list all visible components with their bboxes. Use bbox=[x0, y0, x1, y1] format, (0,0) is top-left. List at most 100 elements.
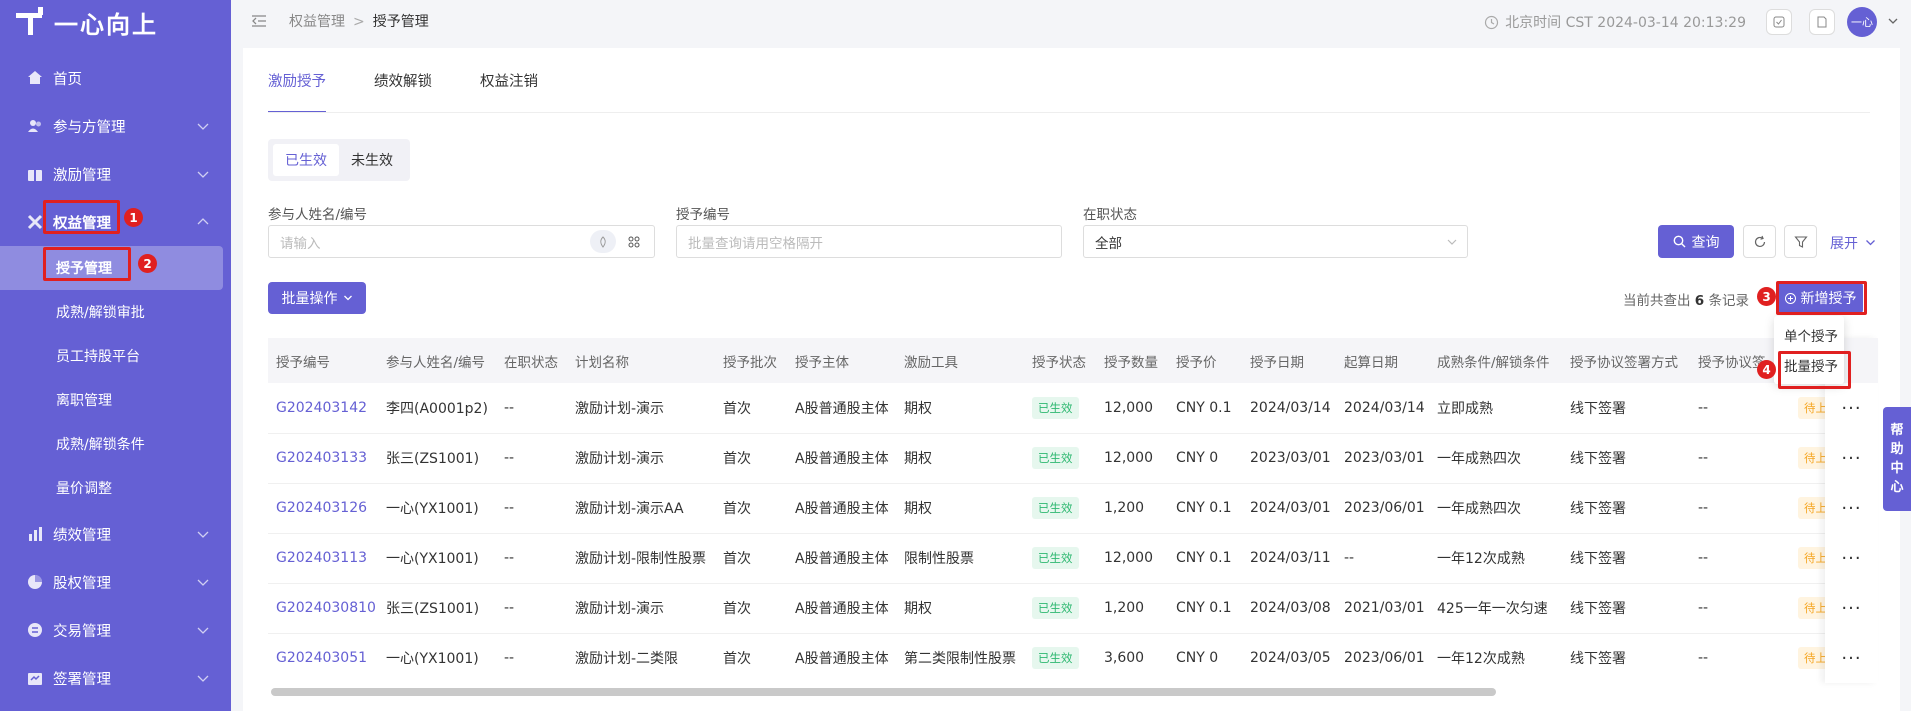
grant-no-link[interactable]: G202403126 bbox=[268, 483, 378, 534]
table-row[interactable]: G202403113 一心(YX1001) -- 激励计划-限制性股票 首次 A股普通股主… bbox=[268, 533, 1850, 584]
more-actions-button[interactable]: ··· bbox=[1825, 533, 1878, 583]
segment-effective[interactable]: 已生效 bbox=[273, 144, 339, 176]
status-badge: 已生效 bbox=[1032, 547, 1079, 569]
grant-no-link[interactable]: G2024030810 bbox=[268, 583, 378, 634]
menu-item-single-grant[interactable]: 单个授予 bbox=[1774, 320, 1844, 350]
more-actions-button[interactable]: ··· bbox=[1825, 583, 1878, 633]
table-cell: 激励计划-演示AA bbox=[567, 483, 715, 534]
column-header: 授予编号 bbox=[268, 338, 378, 383]
expand-link[interactable]: 展开 bbox=[1830, 233, 1876, 253]
column-header: 授予数量 bbox=[1096, 338, 1168, 383]
grant-no-link[interactable]: G202403133 bbox=[268, 433, 378, 484]
table-cell: 激励计划-演示 bbox=[567, 383, 715, 434]
batch-operation-button[interactable]: 批量操作 bbox=[268, 282, 366, 314]
table-cell: -- bbox=[1690, 383, 1790, 434]
tab-cancel[interactable]: 权益注销 bbox=[480, 70, 538, 113]
chevron-down-icon bbox=[1865, 237, 1876, 248]
table-cell: 期权 bbox=[896, 433, 1024, 484]
sidebar-item-home[interactable]: 首页 bbox=[0, 54, 231, 102]
count-prefix: 当前共查出 bbox=[1623, 293, 1691, 309]
status-badge: 已生效 bbox=[1032, 497, 1079, 519]
sidebar-item-performance[interactable]: 绩效管理 bbox=[0, 510, 231, 558]
annotation-box bbox=[1776, 281, 1867, 315]
query-label: 查询 bbox=[1691, 234, 1720, 251]
more-actions-button[interactable]: ··· bbox=[1825, 433, 1878, 483]
table-cell: 12,000 bbox=[1096, 383, 1168, 434]
help-center-button[interactable]: 帮 助 中 心 bbox=[1883, 407, 1911, 511]
column-header: 授予主体 bbox=[787, 338, 896, 383]
sidebar-item-equity[interactable]: 股权管理 bbox=[0, 558, 231, 606]
annotation-badge: 2 bbox=[138, 254, 157, 273]
sidebar-subitem-esop-platform[interactable]: 员工持股平台 bbox=[0, 334, 231, 378]
chevron-down-icon[interactable] bbox=[1887, 15, 1899, 27]
filter-button[interactable] bbox=[1784, 225, 1817, 258]
table-cell: 425一年一次匀速 bbox=[1429, 583, 1562, 634]
table-cell: 期权 bbox=[896, 383, 1024, 434]
grant-no-link[interactable]: G202403113 bbox=[268, 533, 378, 584]
grant-no-link[interactable]: G202403142 bbox=[268, 383, 378, 434]
participant-label: 参与人姓名/编号 bbox=[268, 207, 368, 223]
collapse-menu-icon[interactable] bbox=[251, 14, 267, 28]
grant-no-input[interactable]: 批量查询请用空格隔开 bbox=[676, 225, 1062, 258]
sidebar-subitem-vest-conditions[interactable]: 成熟/解锁条件 bbox=[0, 422, 231, 466]
more-actions-button[interactable]: ··· bbox=[1825, 383, 1878, 433]
avatar[interactable]: 一心 bbox=[1847, 7, 1877, 37]
grant-no-placeholder: 批量查询请用空格隔开 bbox=[688, 235, 823, 252]
table-row[interactable]: G202403142 李四(A0001p2) -- 激励计划-演示 首次 A股普通股主体期… bbox=[268, 383, 1850, 434]
sidebar-subitem-vest-approval[interactable]: 成熟/解锁审批 bbox=[0, 290, 231, 334]
table-row[interactable]: G202403133 张三(ZS1001) -- 激励计划-演示 首次 A股普通股主体 期权… bbox=[268, 433, 1850, 484]
help-char: 助 bbox=[1890, 442, 1904, 457]
table-cell: 线下签署 bbox=[1562, 533, 1690, 584]
sidebar-item-trade[interactable]: 交易管理 bbox=[0, 606, 231, 654]
table-cell: 张三(ZS1001) bbox=[378, 583, 496, 634]
tab-unlock[interactable]: 绩效解锁 bbox=[374, 70, 432, 113]
table-cell: 一心(YX1001) bbox=[378, 483, 496, 534]
fingerprint-icon[interactable] bbox=[590, 230, 616, 253]
actions-column: ··· ··· ··· ··· ··· ··· bbox=[1825, 338, 1878, 683]
table-cell: 2023/06/01 bbox=[1336, 483, 1429, 534]
brand-logo[interactable]: 一心向上 bbox=[0, 0, 231, 44]
table-cell: 激励计划-限制性股票 bbox=[567, 533, 715, 584]
column-header: 参与人姓名/编号 bbox=[378, 338, 496, 383]
table-row[interactable]: G2024030810 张三(ZS1001) -- 激励计划-演示 首次 A股普通股主体期… bbox=[268, 583, 1850, 634]
column-header: 授予协议签署方式 bbox=[1562, 338, 1690, 383]
expand-label: 展开 bbox=[1830, 236, 1858, 252]
grid-icon[interactable] bbox=[628, 236, 640, 248]
table-cell: A股普通股主体 bbox=[787, 633, 896, 683]
sidebar-subitem-resignation[interactable]: 离职管理 bbox=[0, 378, 231, 422]
reset-button[interactable] bbox=[1743, 225, 1776, 258]
table-cell: 12,000 bbox=[1096, 433, 1168, 484]
query-button[interactable]: 查询 bbox=[1658, 225, 1734, 258]
help-char: 帮 bbox=[1890, 423, 1904, 438]
table-cell: 线下签署 bbox=[1562, 433, 1690, 484]
tab-grant[interactable]: 激励授予 bbox=[268, 70, 326, 113]
tasks-icon[interactable] bbox=[1766, 9, 1792, 35]
column-header: 起算日期 bbox=[1336, 338, 1429, 383]
table-cell: 2024/03/01 bbox=[1242, 483, 1336, 534]
document-icon[interactable] bbox=[1809, 9, 1835, 35]
breadcrumb-item[interactable]: 权益管理 bbox=[289, 14, 345, 30]
main-panel: 激励授予 绩效解锁 权益注销 已生效 未生效 参与人姓名/编号 请输入 授予编号… bbox=[243, 48, 1900, 711]
column-header: 激励工具 bbox=[896, 338, 1024, 383]
sidebar-item-participants[interactable]: 参与方管理 bbox=[0, 102, 231, 150]
table-row[interactable]: G202403126 一心(YX1001) -- 激励计划-演示AA 首次 A股普通股主体… bbox=[268, 483, 1850, 534]
sidebar-item-incentive[interactable]: 激励管理 bbox=[0, 150, 231, 198]
table-cell: CNY 0.1 bbox=[1168, 583, 1242, 634]
table-row[interactable]: G202403051 一心(YX1001) -- 激励计划-二类限 首次 A股普通股主体第… bbox=[268, 633, 1850, 683]
more-actions-button[interactable]: ··· bbox=[1825, 633, 1878, 683]
sidebar-item-label: 股权管理 bbox=[53, 575, 111, 592]
sidebar-item-sign[interactable]: 签署管理 bbox=[0, 654, 231, 702]
horizontal-scrollbar[interactable] bbox=[271, 688, 1496, 696]
table-cell: 2024/03/14 bbox=[1242, 383, 1336, 434]
employment-select[interactable]: 全部 bbox=[1083, 225, 1468, 258]
sidebar-item-label: 签署管理 bbox=[53, 671, 111, 688]
grant-no-link[interactable]: G202403051 bbox=[268, 633, 378, 683]
tab-divider bbox=[268, 112, 1870, 113]
participant-input[interactable]: 请输入 bbox=[268, 225, 655, 258]
more-actions-button[interactable]: ··· bbox=[1825, 483, 1878, 533]
sidebar: 一心向上 首页 参与方管理 激励管理 权益管理 授予管理 成熟/解锁审批 员工持… bbox=[0, 0, 231, 711]
sidebar-subitem-price-adjust[interactable]: 量价调整 bbox=[0, 466, 231, 510]
tab-bar: 激励授予 绩效解锁 权益注销 bbox=[268, 70, 586, 113]
segment-not-effective[interactable]: 未生效 bbox=[339, 144, 405, 176]
table-cell: -- bbox=[1336, 533, 1429, 584]
